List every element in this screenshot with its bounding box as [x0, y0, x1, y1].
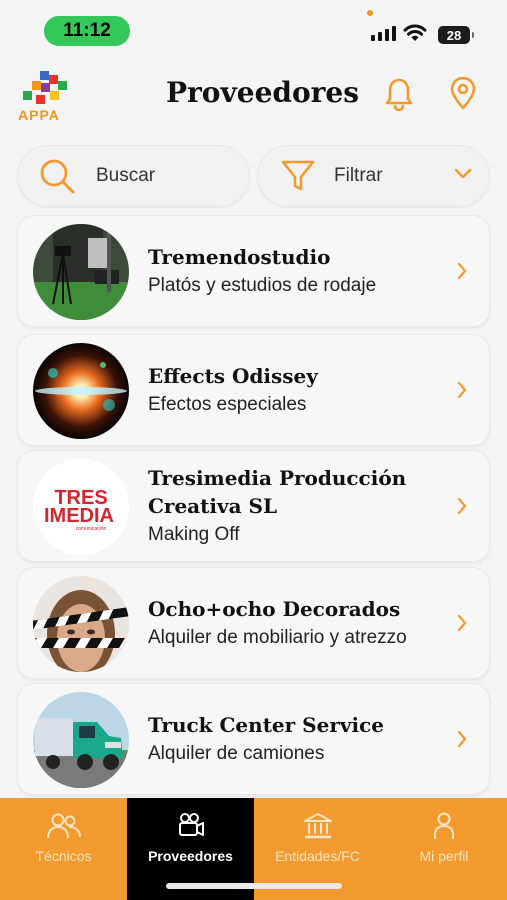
provider-category: Making Off	[148, 524, 240, 545]
logo-mark-icon	[23, 71, 67, 104]
privacy-indicator-dot	[367, 10, 373, 16]
provider-card-tresimedia[interactable]: TRES IMEDIA comunicación Tresimedia Prod…	[18, 451, 489, 561]
nav-label: Técnicos	[35, 848, 92, 864]
provider-card-ocho-ocho[interactable]: Ocho+ocho Decorados Alquiler de mobiliar…	[18, 568, 489, 678]
svg-text:comunicación: comunicación	[76, 526, 107, 532]
provider-category: Platós y estudios de rodaje	[148, 275, 377, 296]
search-icon	[40, 159, 75, 194]
search-label: Buscar	[96, 165, 156, 186]
nav-label: Mi perfil	[419, 848, 469, 864]
battery-indicator: 28	[438, 26, 474, 44]
provider-avatar	[33, 576, 129, 672]
provider-name: Effects Odissey	[148, 364, 318, 388]
chevron-down-icon	[454, 168, 472, 179]
logo-text: APPA	[18, 107, 60, 123]
provider-name: Ocho+ocho Decorados	[148, 597, 401, 621]
filter-label: Filtrar	[334, 165, 383, 186]
provider-category: Efectos especiales	[148, 394, 307, 415]
people-icon	[46, 813, 81, 839]
chevron-right-icon	[457, 262, 467, 280]
nav-label: Proveedores	[148, 848, 233, 864]
bell-icon[interactable]	[385, 77, 413, 111]
provider-avatar	[33, 224, 129, 320]
appa-logo[interactable]: APPA	[18, 67, 70, 125]
chevron-right-icon	[457, 497, 467, 515]
filter-dropdown[interactable]: Filtrar	[258, 146, 489, 206]
person-icon	[434, 812, 454, 839]
provider-category: Alquiler de mobiliario y atrezzo	[148, 627, 407, 648]
svg-text:IMEDIA: IMEDIA	[44, 505, 114, 527]
home-indicator[interactable]	[166, 883, 342, 889]
app-header: APPA Proveedores	[0, 62, 507, 132]
signal-icon	[371, 26, 396, 41]
search-input[interactable]: Buscar	[18, 146, 249, 206]
provider-name: Tremendostudio	[148, 245, 331, 269]
provider-name: Truck Center Service	[148, 713, 384, 737]
provider-name: Tresimedia Producción Creativa SL	[148, 466, 407, 518]
nav-mi-perfil[interactable]: Mi perfil	[381, 798, 507, 900]
provider-avatar	[33, 343, 129, 439]
provider-category: Alquiler de camiones	[148, 743, 325, 764]
provider-avatar: TRES IMEDIA comunicación	[33, 459, 129, 555]
building-icon	[303, 813, 332, 839]
filter-funnel-icon	[281, 160, 315, 191]
status-time: 11:12	[44, 16, 130, 46]
chevron-right-icon	[457, 614, 467, 632]
provider-avatar	[33, 692, 129, 788]
page-title: Proveedores	[166, 76, 359, 109]
camera-icon	[178, 813, 204, 836]
nav-label: Entidades/FC	[275, 848, 360, 864]
chevron-right-icon	[457, 730, 467, 748]
location-pin-icon[interactable]	[449, 77, 477, 111]
provider-card-tremendostudio[interactable]: Tremendostudio Platós y estudios de roda…	[18, 216, 489, 326]
chevron-right-icon	[457, 381, 467, 399]
status-bar: 11:12 28	[0, 0, 507, 58]
nav-tecnicos[interactable]: Técnicos	[0, 798, 127, 900]
provider-card-truck-center[interactable]: Truck Center Service Alquiler de camione…	[18, 684, 489, 794]
provider-card-effects-odissey[interactable]: Effects Odissey Efectos especiales	[18, 335, 489, 445]
wifi-icon	[403, 24, 427, 41]
